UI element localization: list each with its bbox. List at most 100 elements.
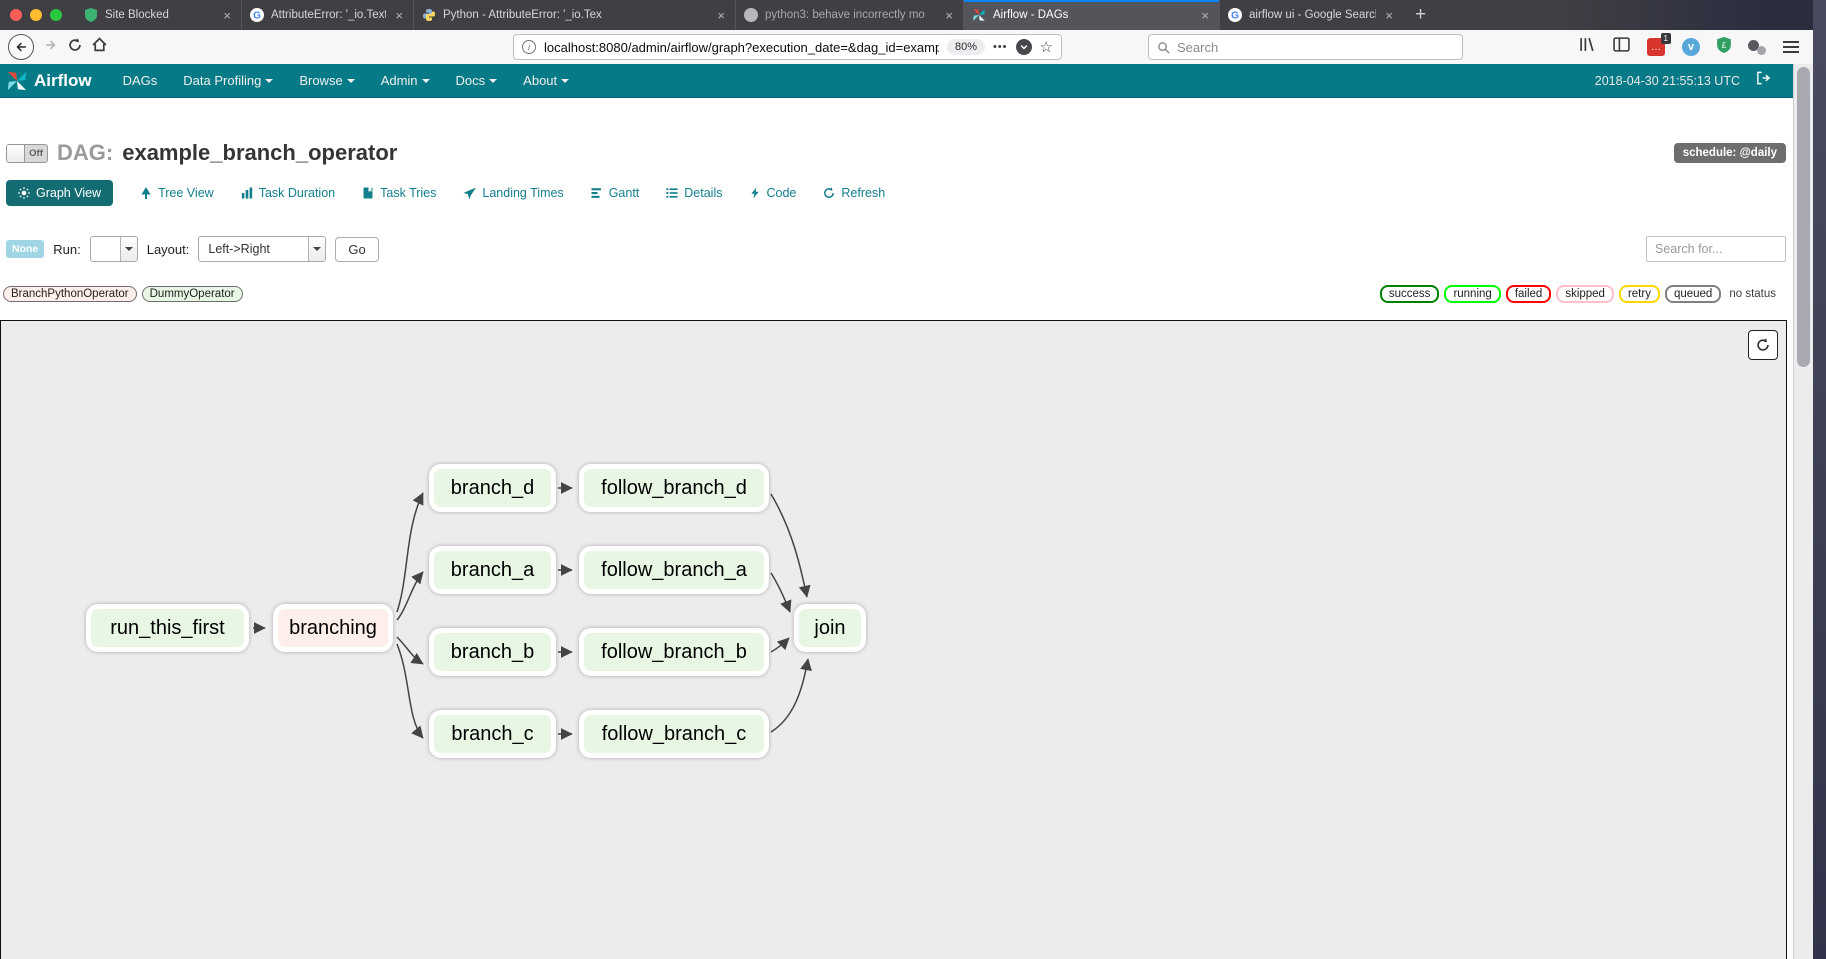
node-follow_branch_c[interactable]: follow_branch_c [579, 710, 769, 758]
node-label: branch_d [451, 477, 534, 500]
home-icon [92, 37, 107, 52]
forward-button[interactable] [44, 38, 58, 57]
nav-item-label: Data Profiling [183, 73, 261, 88]
state-label-no-status: no status [1726, 287, 1779, 301]
node-follow_branch_d[interactable]: follow_branch_d [579, 464, 769, 512]
browser-tab[interactable]: Gairflow ui - Google Search × [1219, 0, 1403, 30]
operator-pill-dummyoperator: DummyOperator [142, 286, 243, 302]
browser-tab[interactable]: Airflow - DAGs× [963, 0, 1219, 30]
layout-select[interactable]: Left->Right [198, 236, 326, 262]
operator-legend: BranchPythonOperatorDummyOperator [3, 286, 243, 302]
view-tab-details[interactable]: Details [666, 186, 722, 200]
tab-close-button[interactable]: × [221, 8, 233, 23]
tab-close-button[interactable]: × [393, 8, 405, 23]
dag-title: example_branch_operator [122, 140, 397, 166]
dag-pause-toggle[interactable]: Off [6, 144, 48, 163]
back-button[interactable] [8, 34, 34, 60]
tab-close-button[interactable]: × [1199, 8, 1211, 23]
url-text[interactable]: localhost:8080/admin/airflow/graph?execu… [544, 40, 939, 55]
graph-refresh-button[interactable] [1748, 330, 1778, 360]
nav-item-label: Browse [299, 73, 342, 88]
shield-extension-icon[interactable]: £ [1717, 37, 1731, 58]
github-icon [744, 8, 758, 22]
reload-button[interactable] [68, 38, 82, 57]
page-actions-icon[interactable]: ••• [993, 41, 1008, 53]
node-follow_branch_b[interactable]: follow_branch_b [579, 628, 769, 676]
view-tab-graph-view[interactable]: Graph View [6, 180, 113, 206]
nav-item-docs[interactable]: Docs [443, 64, 511, 97]
bookmark-star-icon[interactable]: ☆ [1040, 40, 1053, 55]
extension-blue-icon[interactable]: v [1682, 38, 1700, 56]
schedule-badge: schedule: @daily [1674, 143, 1786, 163]
view-tab-label: Refresh [841, 186, 885, 200]
refresh-icon [823, 187, 835, 199]
tab-title: airflow ui - Google Search [1249, 9, 1376, 21]
tab-close-button[interactable]: × [1383, 8, 1395, 23]
dag-graph-canvas[interactable]: run_this_first branching branch_d follow_br… [0, 320, 1787, 959]
node-branch_b[interactable]: branch_b [429, 628, 556, 676]
zoom-window-button[interactable] [50, 9, 62, 21]
edge-branching-to-branch_c [397, 644, 423, 738]
view-tab-label: Details [684, 186, 722, 200]
node-follow_branch_a[interactable]: follow_branch_a [579, 546, 769, 594]
state-pill-queued: queued [1665, 285, 1721, 303]
browser-tab[interactable]: GAttributeError: '_io.TextIOWrapp× [241, 0, 413, 30]
node-label: follow_branch_c [602, 723, 747, 746]
browser-tab[interactable]: Python - AttributeError: '_io.Tex× [413, 0, 735, 30]
sun-icon [18, 187, 30, 199]
nav-item-browse[interactable]: Browse [286, 64, 367, 97]
run-select-arrow-icon [120, 237, 137, 261]
browser-tab[interactable]: Site Blocked × [76, 0, 241, 30]
view-tab-task-duration[interactable]: Task Duration [241, 186, 335, 200]
sidebar-toggle-icon[interactable] [1613, 37, 1630, 57]
node-join[interactable]: join [794, 604, 866, 652]
pocket-icon[interactable] [1016, 39, 1032, 55]
browser-tab[interactable]: python3: behave incorrectly mo× [735, 0, 963, 30]
shield-green-icon [84, 8, 98, 22]
page-zoom-badge[interactable]: 80% [947, 39, 985, 55]
view-tab-gantt[interactable]: Gantt [591, 186, 640, 200]
view-tab-code[interactable]: Code [750, 186, 797, 200]
caret-down-icon [561, 79, 569, 83]
browser-search-field[interactable]: Search [1148, 34, 1463, 60]
page-scrollbar[interactable] [1793, 64, 1813, 959]
airflow-brand[interactable]: Airflow [6, 70, 92, 92]
google-g-icon: G [1228, 8, 1242, 22]
view-tab-tree-view[interactable]: Tree View [140, 186, 214, 200]
view-tab-task-tries[interactable]: Task Tries [362, 186, 436, 200]
state-pill-success: success [1380, 285, 1440, 303]
close-window-button[interactable] [10, 9, 22, 21]
nav-item-about[interactable]: About [510, 64, 582, 97]
minimize-window-button[interactable] [30, 9, 42, 21]
reload-icon [68, 38, 82, 52]
library-icon[interactable] [1579, 37, 1596, 57]
page-scrollbar-thumb[interactable] [1797, 67, 1810, 367]
spheres-extension-icon[interactable] [1748, 39, 1766, 55]
home-button[interactable] [92, 37, 107, 57]
toggle-off-label: Off [25, 145, 47, 162]
view-tab-refresh[interactable]: Refresh [823, 186, 885, 200]
tab-close-button[interactable]: × [943, 8, 955, 23]
node-label: follow_branch_b [601, 641, 747, 664]
run-select[interactable] [90, 236, 138, 262]
tab-close-button[interactable]: × [715, 8, 727, 23]
view-tab-landing-times[interactable]: Landing Times [463, 186, 563, 200]
tab-title: Site Blocked [105, 9, 214, 21]
node-branch_c[interactable]: branch_c [429, 710, 556, 758]
node-branch_a[interactable]: branch_a [429, 546, 556, 594]
nav-item-data-profiling[interactable]: Data Profiling [170, 64, 286, 97]
extension-red-icon[interactable]: … 1 [1647, 38, 1665, 56]
node-branch_d[interactable]: branch_d [429, 464, 556, 512]
node-branching[interactable]: branching [273, 604, 393, 652]
nav-item-dags[interactable]: DAGs [110, 64, 171, 97]
logout-button[interactable] [1756, 71, 1771, 90]
menu-hamburger-icon[interactable] [1783, 38, 1799, 56]
site-info-icon[interactable]: i [522, 40, 536, 54]
caret-down-icon [489, 79, 497, 83]
node-run_this_first[interactable]: run_this_first [86, 604, 249, 652]
go-button[interactable]: Go [335, 237, 378, 262]
url-bar[interactable]: i localhost:8080/admin/airflow/graph?exe… [513, 34, 1062, 60]
nav-item-admin[interactable]: Admin [368, 64, 443, 97]
new-tab-button[interactable]: + [1403, 0, 1438, 30]
task-search-input[interactable] [1646, 236, 1786, 262]
